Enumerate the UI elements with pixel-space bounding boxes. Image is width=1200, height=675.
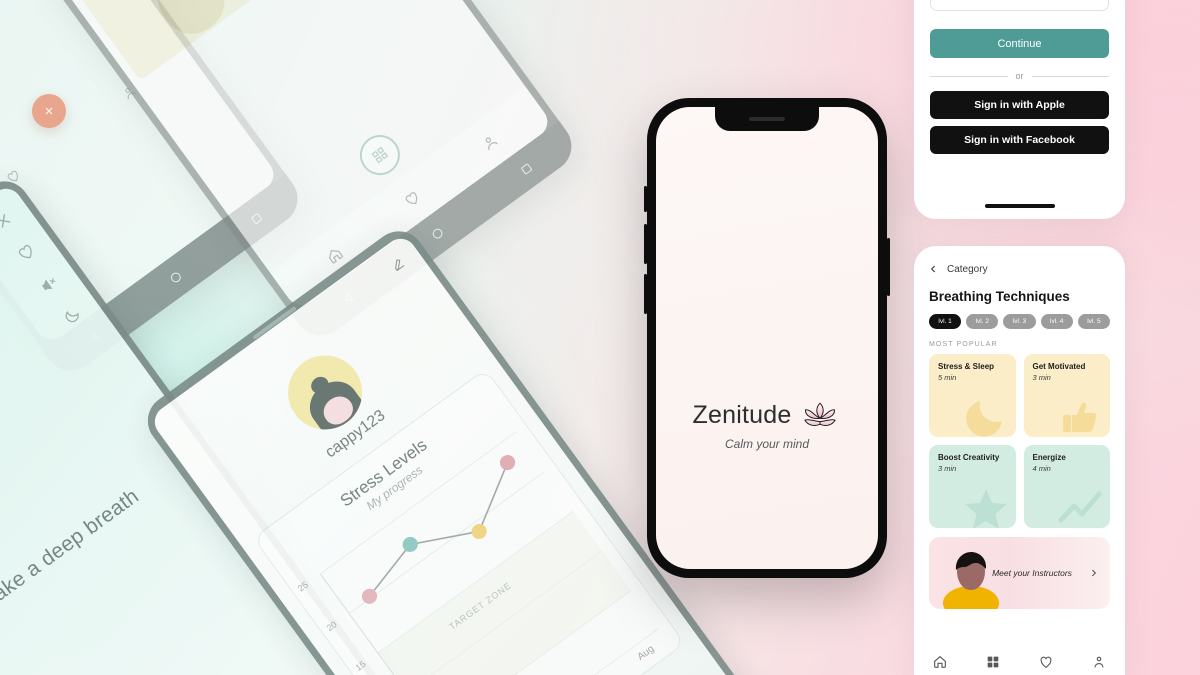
card-duration: 3 min (938, 464, 957, 473)
home-icon[interactable] (932, 654, 948, 670)
app-name: Zenitude (692, 400, 792, 429)
close-icon (45, 107, 53, 115)
app-logo: Zenitude (693, 400, 842, 430)
lotus-icon (804, 402, 837, 426)
divider: or (930, 71, 1110, 81)
level-filter: lvl. 1 lvl. 2 lvl. 3 lvl. 4 lvl. 5 (929, 314, 1111, 329)
level-pill-4[interactable]: lvl. 4 (1040, 314, 1073, 329)
card-title: Boost Creativity (938, 453, 1000, 462)
circle-icon[interactable] (165, 267, 186, 288)
card-title: Get Motivated (1032, 362, 1086, 371)
card-get-motivated[interactable]: Get Motivated 3 min (1023, 354, 1110, 437)
card-duration: 4 min (1032, 464, 1051, 473)
card-duration: 5 min (938, 373, 957, 382)
circle-icon[interactable] (426, 223, 447, 244)
card-boost-creativity[interactable]: Boost Creativity 3 min (929, 445, 1016, 528)
divider-label: or (1015, 71, 1024, 81)
mute-icon[interactable] (36, 271, 63, 298)
notch (715, 107, 819, 131)
heart-icon[interactable] (13, 239, 40, 266)
star-icon (964, 489, 1007, 528)
moon-icon[interactable] (59, 302, 86, 329)
card-title: Energize (1032, 453, 1066, 462)
category-card: Category Breathing Techniques lvl. 1 lvl… (914, 246, 1125, 675)
app-tagline: Calm your mind (724, 437, 810, 451)
profile-icon[interactable] (1091, 654, 1107, 670)
thumbs-up-icon (1063, 402, 1097, 432)
edit-icon[interactable] (386, 253, 408, 275)
heart-icon[interactable] (400, 187, 424, 211)
heart-icon[interactable] (1038, 654, 1054, 670)
close-fab-button[interactable] (32, 94, 66, 128)
phone-mockup-splash: Zenitude Calm your mind (644, 98, 890, 578)
continue-button[interactable]: Continue (930, 29, 1109, 58)
x-tick: Aug (635, 643, 657, 663)
home-icon[interactable] (322, 243, 346, 267)
chart-plot-area: 25 20 15 10 5 0 (296, 427, 661, 675)
chart-svg (319, 431, 659, 675)
chevron-right-icon[interactable] (1089, 566, 1098, 580)
meet-instructors-banner[interactable]: Meet your Instructors (929, 537, 1110, 609)
level-pill-2[interactable]: lvl. 2 (966, 314, 999, 329)
page-title: Breathing Techniques (929, 289, 1070, 304)
instructor-avatar (943, 552, 999, 609)
card-energize[interactable]: Energize 4 min (1023, 445, 1110, 528)
email-field[interactable] (930, 0, 1109, 11)
signin-card: Continue or Sign in with Apple Sign in w… (914, 0, 1125, 219)
card-grid: Stress & Sleep 5 min Get Motivated 3 min… (929, 354, 1110, 528)
level-pill-3[interactable]: lvl. 3 (1003, 314, 1036, 329)
close-icon[interactable] (0, 208, 17, 235)
grid-icon (371, 146, 389, 164)
moon-icon (965, 401, 1002, 437)
card-title: Stress & Sleep (938, 362, 995, 371)
breadcrumb-label: Category (947, 263, 988, 275)
square-icon[interactable] (515, 158, 536, 179)
chevron-left-icon[interactable] (929, 262, 938, 276)
divider-line (1031, 75, 1110, 77)
level-pill-1[interactable]: lvl. 1 (929, 314, 962, 329)
showcase-stage: Breathing Yoga Sounds Sleep (0, 0, 1200, 675)
splash-screen: Zenitude Calm your mind (656, 107, 878, 569)
data-point (499, 455, 516, 471)
card-duration: 3 min (1032, 373, 1051, 382)
section-heading: MOST POPULAR (929, 341, 998, 348)
profile-icon[interactable] (477, 130, 501, 154)
trend-line-icon (1058, 491, 1102, 523)
earpiece-speaker (749, 117, 785, 121)
data-point (402, 536, 418, 553)
grid-icon[interactable] (985, 654, 1001, 670)
divider-line (930, 75, 1008, 77)
sign-in-facebook-button[interactable]: Sign in with Facebook (930, 126, 1109, 154)
level-pill-5[interactable]: lvl. 5 (1077, 314, 1111, 329)
bottom-nav (914, 642, 1125, 675)
sign-in-apple-button[interactable]: Sign in with Apple (930, 91, 1109, 119)
home-indicator (984, 204, 1055, 208)
breadcrumb[interactable]: Category (929, 262, 1110, 276)
card-stress-sleep[interactable]: Stress & Sleep 5 min (929, 354, 1016, 437)
